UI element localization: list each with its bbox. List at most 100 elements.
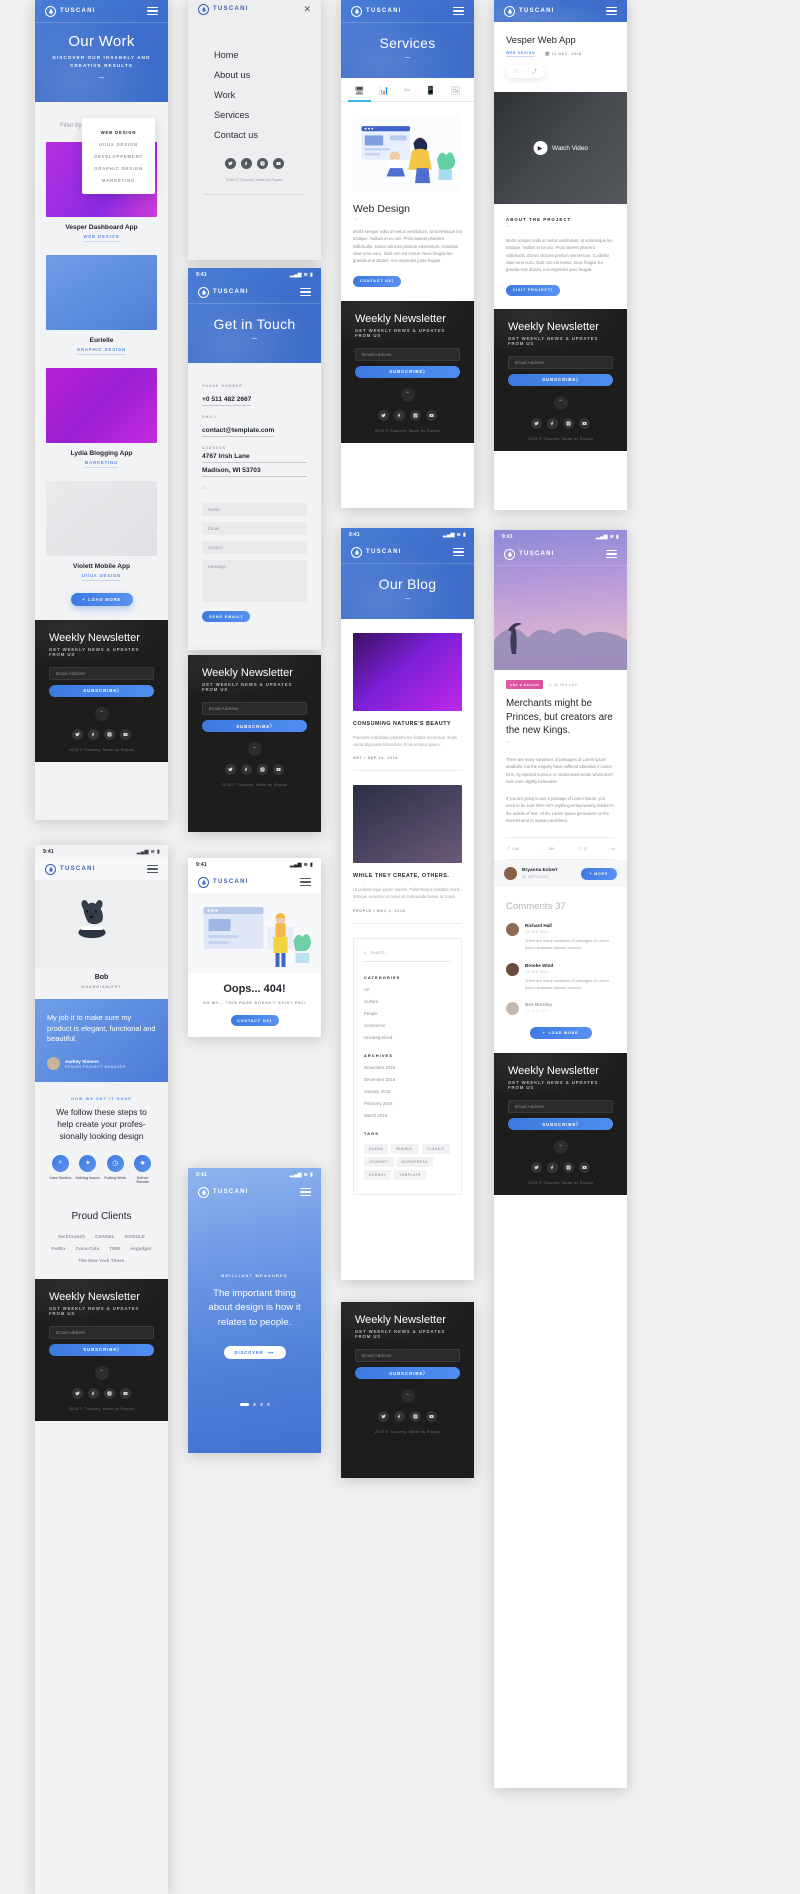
play-control[interactable]: ▶ Watch Video: [533, 141, 588, 155]
search-input[interactable]: ⌕ Search...: [364, 950, 451, 962]
category-item[interactable]: People: [364, 1011, 451, 1016]
newsletter-subscribe-button[interactable]: SUBSCRIBE ⟩: [355, 365, 460, 378]
carousel-dot[interactable]: [252, 1403, 256, 1407]
twitter-icon[interactable]: [531, 1162, 542, 1174]
project-video[interactable]: ▶ Watch Video: [494, 92, 627, 204]
scroll-to-top-button[interactable]: ⌃: [553, 1140, 568, 1155]
comment-reaction[interactable]: ▢ 37: [578, 847, 587, 851]
twitter-icon[interactable]: [378, 1411, 389, 1422]
phone-value[interactable]: +0 511 482 2667: [202, 396, 252, 406]
tab-browser-icon[interactable]: 🖥: [348, 86, 371, 102]
tag-item[interactable]: CLASSIC: [421, 1143, 451, 1154]
brand[interactable]: TUSCANI: [351, 546, 402, 558]
tag-item[interactable]: MINIMAL: [390, 1143, 419, 1154]
archive-item[interactable]: November 2015: [364, 1065, 451, 1070]
newsletter-email-input[interactable]: Email Address: [202, 702, 307, 715]
contact-us-button[interactable]: CONTACT US ⟩: [353, 275, 401, 287]
instagram-icon[interactable]: [410, 409, 421, 421]
newsletter-subscribe-button[interactable]: SUBSCRIBE ⟩: [508, 373, 613, 386]
tab-presentation-icon[interactable]: 🖼: [450, 86, 460, 101]
hamburger-menu-icon[interactable]: [606, 7, 617, 15]
carousel-dot-active[interactable]: [239, 1403, 249, 1407]
discover-button[interactable]: DISCOVER ⟶: [223, 1346, 286, 1360]
youtube-icon[interactable]: [273, 764, 284, 775]
tab-mobile-icon[interactable]: 📱: [426, 86, 436, 101]
archive-item[interactable]: March 2016: [364, 1113, 451, 1118]
twitter-icon[interactable]: [378, 409, 389, 421]
brand[interactable]: TUSCANI: [198, 876, 249, 888]
email-value[interactable]: contact@template.com: [202, 427, 275, 437]
tag-item[interactable]: CLEAN: [364, 1143, 388, 1154]
close-icon[interactable]: ✕: [303, 4, 311, 14]
facebook-icon[interactable]: [394, 1411, 405, 1422]
more-reaction[interactable]: •••: [611, 847, 615, 851]
message-textarea[interactable]: Message: [202, 560, 307, 602]
name-input[interactable]: Name: [202, 503, 307, 516]
facebook-icon[interactable]: [88, 728, 99, 740]
carousel-dot[interactable]: [266, 1403, 270, 1407]
dropdown-option[interactable]: DEVELOPPEMENT: [82, 150, 155, 162]
share-reaction[interactable]: ⤴ 2.6K: [506, 846, 519, 851]
brand[interactable]: TUSCANI: [198, 1186, 249, 1198]
archive-item[interactable]: December 2015: [364, 1077, 451, 1082]
brand[interactable]: TUSCANI: [198, 3, 249, 15]
newsletter-subscribe-button[interactable]: SUBSCRIBE ⟩: [508, 1118, 613, 1131]
contact-us-button[interactable]: CONTACT US ⟩: [230, 1015, 279, 1026]
blog-post[interactable]: CONSUMING NATURE'S BEAUTY Praesent solli…: [341, 633, 474, 772]
scroll-to-top-button[interactable]: ⌃: [94, 1365, 109, 1380]
play-icon[interactable]: ▶: [533, 141, 548, 155]
heart-icon[interactable]: ♡: [514, 69, 518, 75]
tab-tools-icon[interactable]: ✂: [404, 86, 411, 101]
archive-item[interactable]: February 2016: [364, 1101, 451, 1106]
newsletter-email-input[interactable]: Email Address: [508, 1100, 613, 1114]
dropdown-option[interactable]: MARKETING: [82, 174, 155, 186]
like-reaction[interactable]: ♡ 189: [543, 847, 554, 851]
youtube-icon[interactable]: [426, 409, 437, 421]
category-item[interactable]: Uncategorized: [364, 1035, 451, 1040]
instagram-icon[interactable]: [104, 1387, 115, 1399]
newsletter-email-input[interactable]: Email Address: [49, 666, 154, 680]
project-card[interactable]: Lydia Blogging App MARKETING: [35, 367, 168, 468]
facebook-icon[interactable]: [241, 764, 252, 775]
hamburger-menu-icon[interactable]: [147, 865, 158, 873]
facebook-icon[interactable]: [547, 1162, 558, 1174]
hamburger-menu-icon[interactable]: [453, 7, 464, 15]
email-input[interactable]: Email: [202, 522, 307, 535]
menu-item-about-us[interactable]: About us: [214, 70, 321, 80]
newsletter-email-input[interactable]: Email Address: [49, 1325, 154, 1339]
tag-item[interactable]: JOURNEY: [364, 1156, 394, 1167]
twitter-icon[interactable]: [72, 1387, 83, 1399]
menu-item-contact-us[interactable]: Contact us: [214, 130, 321, 140]
hamburger-menu-icon[interactable]: [606, 550, 617, 558]
category-item[interactable]: Culture: [364, 999, 451, 1004]
facebook-icon[interactable]: [241, 158, 252, 169]
dropdown-option[interactable]: WEB DESIGN: [82, 126, 155, 138]
subject-input[interactable]: Subject: [202, 541, 307, 554]
youtube-icon[interactable]: [273, 158, 284, 169]
brand[interactable]: TUSCANI: [45, 863, 96, 875]
facebook-icon[interactable]: [394, 409, 405, 421]
twitter-icon[interactable]: [225, 158, 236, 169]
carousel-dots[interactable]: [204, 1403, 305, 1407]
instagram-icon[interactable]: [563, 1162, 574, 1174]
newsletter-email-input[interactable]: Email Address: [508, 355, 613, 369]
category-item[interactable]: Commerce: [364, 1023, 451, 1028]
share-icon[interactable]: ⤴: [532, 68, 537, 75]
filter-dropdown-menu[interactable]: WEB DESIGN UI/UX DESIGN DEVELOPPEMENT GR…: [82, 118, 155, 194]
carousel-dot[interactable]: [259, 1403, 263, 1407]
instagram-icon[interactable]: [257, 764, 268, 775]
facebook-icon[interactable]: [547, 417, 558, 429]
youtube-icon[interactable]: [426, 1411, 437, 1422]
hamburger-menu-icon[interactable]: [300, 288, 311, 296]
twitter-icon[interactable]: [72, 728, 83, 740]
youtube-icon[interactable]: [120, 1387, 131, 1399]
action-pill[interactable]: ♡ | ⤴: [506, 65, 545, 78]
visit-project-button[interactable]: VISIT PROJECT ⟩: [506, 284, 560, 296]
project-card[interactable]: Violett Mobile App UI/UX DESIGN: [35, 480, 168, 581]
send-email-button[interactable]: SEND EMAIL ⟩: [202, 611, 250, 622]
tab-chart-icon[interactable]: 📊: [379, 86, 389, 101]
youtube-icon[interactable]: [579, 1162, 590, 1174]
instagram-icon[interactable]: [563, 417, 574, 429]
archive-item[interactable]: January 2016: [364, 1089, 451, 1094]
newsletter-subscribe-button[interactable]: SUBSCRIBE ⟩: [355, 1367, 460, 1379]
